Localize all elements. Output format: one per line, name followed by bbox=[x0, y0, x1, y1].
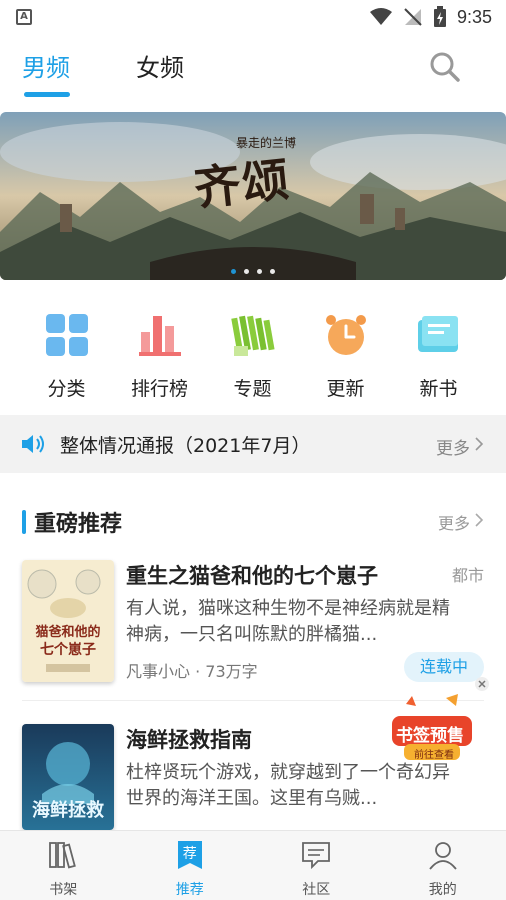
section-accent-bar bbox=[22, 510, 26, 534]
svg-text:七个崽子: 七个崽子 bbox=[40, 641, 96, 658]
nav-label: 社区 bbox=[302, 882, 331, 898]
app-notification-icon: A bbox=[16, 9, 32, 25]
nav-bookshelf[interactable]: 书架 bbox=[0, 831, 127, 900]
quick-nav-label: 新书 bbox=[419, 378, 458, 400]
banner-dot[interactable] bbox=[257, 269, 262, 274]
quick-nav-label: 分类 bbox=[47, 378, 86, 400]
svg-text:猫爸和他的: 猫爸和他的 bbox=[35, 624, 100, 640]
close-icon[interactable] bbox=[474, 676, 490, 692]
notice-text: 整体情况通报（2021年7月） bbox=[60, 435, 311, 457]
bookshelf-icon bbox=[49, 842, 77, 869]
floating-promo-badge[interactable]: 书签预售 前往查看 bbox=[386, 694, 478, 774]
svg-text:海鲜拯救: 海鲜拯救 bbox=[32, 799, 104, 821]
nav-label: 推荐 bbox=[175, 882, 204, 898]
no-signal-icon bbox=[404, 8, 422, 26]
chat-icon bbox=[302, 842, 331, 870]
book-cover-art: 猫爸和他的 七个崽子 bbox=[22, 560, 114, 682]
quick-nav-topic[interactable]: 专题 bbox=[206, 300, 299, 406]
book-title[interactable]: 海鲜拯救指南 bbox=[126, 724, 252, 754]
topic-icon bbox=[230, 315, 275, 356]
notice-bar[interactable]: 整体情况通报（2021年7月） 更多 bbox=[0, 415, 506, 473]
status-time: 9:35 bbox=[456, 6, 492, 27]
book-title[interactable]: 重生之猫爸和他的七个崽子 bbox=[126, 560, 378, 590]
banner-title: 齐颂 bbox=[191, 152, 293, 216]
chevron-right-icon bbox=[475, 437, 484, 451]
tab-male[interactable]: 男频 bbox=[22, 48, 70, 83]
book-cover-art: 海鲜拯救 bbox=[22, 724, 114, 830]
status-icons: 9:35 bbox=[369, 6, 492, 28]
section-title: 重磅推荐 bbox=[34, 512, 123, 537]
status-bar: A 9:35 bbox=[0, 0, 506, 34]
quick-nav-label: 更新 bbox=[326, 378, 365, 400]
banner-dot[interactable] bbox=[270, 269, 275, 274]
user-icon bbox=[429, 842, 457, 870]
speaker-icon bbox=[22, 435, 44, 453]
book-meta: 凡事小心 · 73万字 bbox=[126, 662, 258, 681]
banner-carousel[interactable]: 暴走的兰博 齐颂 bbox=[0, 112, 506, 280]
nav-community[interactable]: 社区 bbox=[253, 831, 380, 900]
promo-badge-subtext: 前往查看 bbox=[414, 750, 454, 761]
recommend-badge-char: 荐 bbox=[182, 846, 197, 862]
nav-label: 我的 bbox=[428, 882, 457, 898]
quick-nav-ranking[interactable]: 排行榜 bbox=[113, 300, 206, 406]
banner-dot[interactable] bbox=[231, 269, 236, 274]
quick-nav-category[interactable]: 分类 bbox=[20, 300, 113, 406]
section-more-link[interactable]: 更多 bbox=[438, 510, 470, 534]
active-tab-indicator bbox=[24, 92, 70, 97]
nav-profile[interactable]: 我的 bbox=[380, 831, 506, 900]
banner-dot[interactable] bbox=[244, 269, 249, 274]
bar-chart-icon bbox=[138, 316, 181, 356]
bottom-nav: 书架 荐 推荐 社区 我的 bbox=[0, 830, 506, 900]
quick-nav: 分类 排行榜 专题 更新 新书 bbox=[0, 300, 506, 406]
book-status-badge: 连载中 bbox=[404, 652, 484, 682]
search-icon[interactable] bbox=[428, 50, 462, 84]
nav-recommend[interactable]: 荐 推荐 bbox=[127, 831, 254, 900]
section-header: 重磅推荐 更多 bbox=[0, 500, 506, 544]
book-description: 有人说，猫咪这种生物不是神经病就是精神病，一只名叫陈默的胖橘猫... bbox=[126, 598, 450, 645]
wifi-icon bbox=[369, 8, 392, 25]
notice-more-link[interactable]: 更多 bbox=[436, 434, 470, 459]
book-cover[interactable]: 猫爸和他的 七个崽子 bbox=[22, 560, 114, 682]
book-item[interactable]: 猫爸和他的 七个崽子 重生之猫爸和他的七个崽子 都市 有人说，猫咪这种生物不是神… bbox=[0, 560, 506, 701]
clock-icon bbox=[325, 315, 366, 355]
top-tabs: 男频 女频 bbox=[0, 34, 506, 104]
book-category: 都市 bbox=[451, 566, 484, 585]
book-icon bbox=[417, 316, 458, 352]
battery-charging-icon bbox=[433, 6, 446, 27]
tab-female[interactable]: 女频 bbox=[136, 48, 184, 83]
book-cover[interactable]: 海鲜拯救 bbox=[22, 724, 114, 830]
chevron-right-icon bbox=[475, 513, 484, 527]
nav-label: 书架 bbox=[49, 882, 78, 898]
quick-nav-label: 排行榜 bbox=[130, 378, 188, 400]
banner-pagination bbox=[0, 269, 506, 274]
quick-nav-update[interactable]: 更新 bbox=[299, 300, 392, 406]
quick-nav-newbook[interactable]: 新书 bbox=[392, 300, 485, 406]
grid-icon bbox=[45, 314, 88, 356]
quick-nav-label: 专题 bbox=[233, 378, 272, 400]
promo-badge-text: 书签预售 bbox=[396, 726, 464, 746]
